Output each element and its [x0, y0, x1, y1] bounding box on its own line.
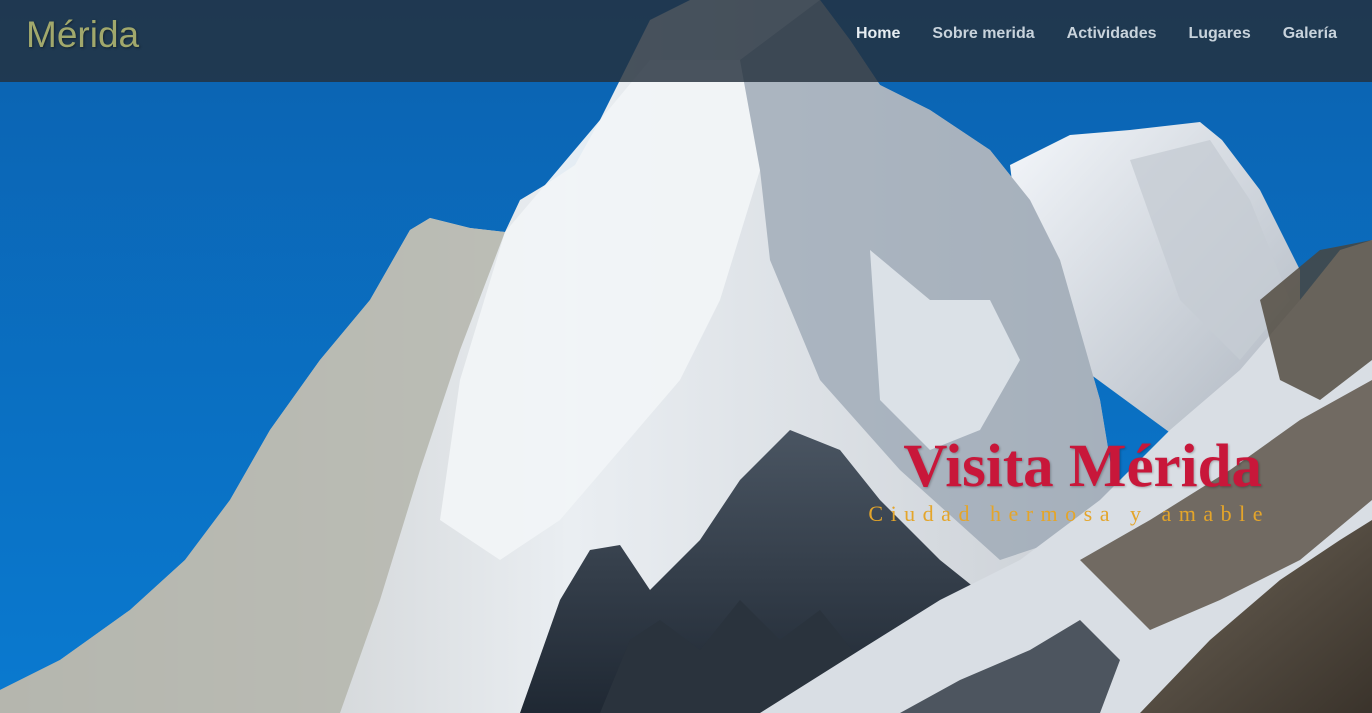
brand-logo-link[interactable]: Mérida: [26, 13, 139, 57]
hero-section: Mérida Home Sobre merida Actividades Lug…: [0, 0, 1372, 713]
nav-menu: Home Sobre merida Actividades Lugares Ga…: [840, 23, 1353, 45]
nav-link-sobre-merida[interactable]: Sobre merida: [916, 23, 1050, 45]
nav-link-galeria[interactable]: Galería: [1267, 23, 1353, 45]
navbar: Mérida Home Sobre merida Actividades Lug…: [0, 0, 1372, 82]
hero-title: Visita Mérida: [903, 433, 1262, 500]
nav-link-lugares[interactable]: Lugares: [1172, 23, 1266, 45]
nav-link-actividades[interactable]: Actividades: [1051, 23, 1173, 45]
hero-text-block: Visita Mérida Ciudad hermosa y amable: [868, 432, 1262, 526]
nav-link-home[interactable]: Home: [840, 23, 916, 45]
hero-subtitle: Ciudad hermosa y amable: [868, 501, 1270, 526]
hero-background-image: [0, 0, 1372, 713]
